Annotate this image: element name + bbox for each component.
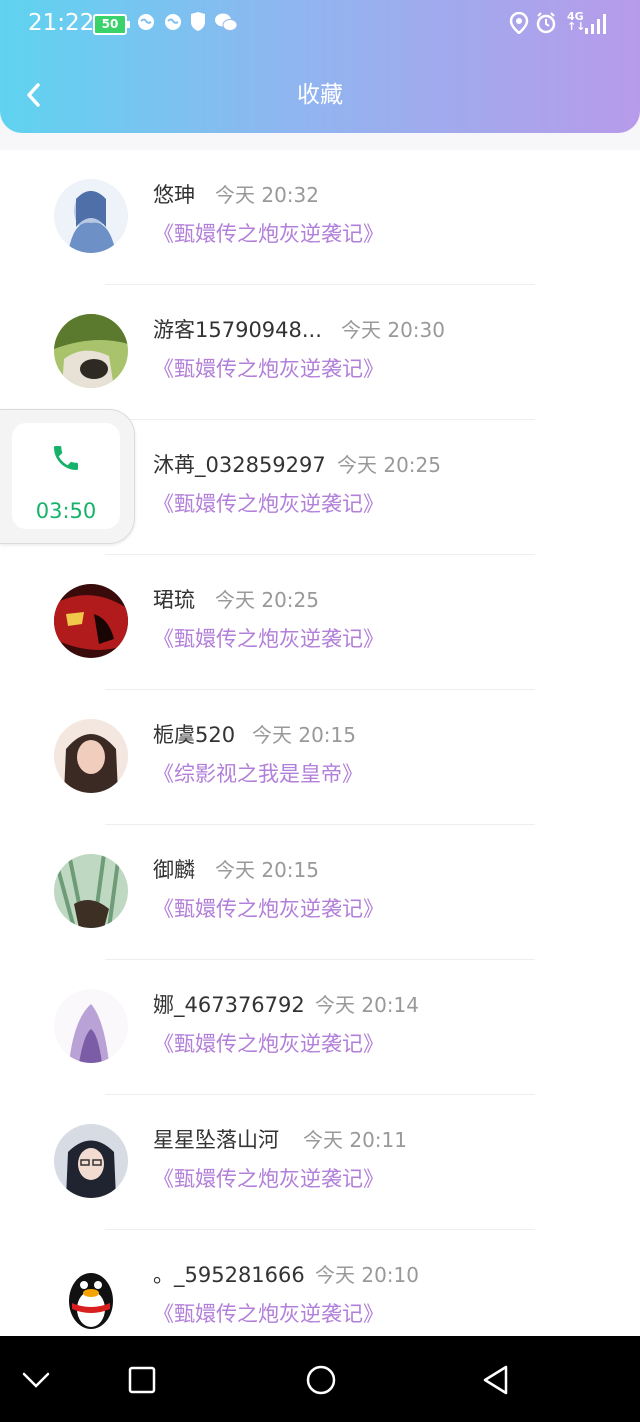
list-item[interactable]: 。_595281666 今天 20:10 《甄嬛传之炮灰逆袭记》 (0, 1230, 640, 1336)
network-arrows: ↑↓ (567, 20, 586, 33)
book-title[interactable]: 《甄嬛传之炮灰逆袭记》 (153, 1164, 384, 1194)
avatar[interactable] (54, 1259, 128, 1333)
user-name: 珺琉 (153, 588, 195, 612)
avatar[interactable] (54, 719, 128, 793)
wechat-icon (214, 12, 238, 38)
call-widget-card[interactable]: 03:50 (12, 423, 120, 529)
favorite-time: 今天 20:30 (341, 318, 445, 342)
favorite-time: 今天 20:25 (337, 453, 441, 477)
avatar[interactable] (54, 854, 128, 928)
book-title[interactable]: 《甄嬛传之炮灰逆袭记》 (153, 354, 384, 384)
avatar[interactable] (54, 1124, 128, 1198)
list-item[interactable]: 游客15790948... 今天 20:30 《甄嬛传之炮灰逆袭记》 (0, 285, 640, 420)
recents-square-icon[interactable] (126, 1364, 158, 1396)
list-item[interactable]: 御麟 今天 20:15 《甄嬛传之炮灰逆袭记》 (0, 825, 640, 960)
favorite-time: 今天 20:14 (315, 993, 419, 1017)
book-title[interactable]: 《甄嬛传之炮灰逆袭记》 (153, 894, 384, 924)
battery-icon: 50 (93, 14, 130, 35)
avatar[interactable] (54, 989, 128, 1063)
user-name: 御麟 (153, 858, 195, 882)
favorite-time: 今天 20:32 (215, 183, 319, 207)
user-name: 星星坠落山河 (153, 1128, 279, 1152)
user-name: 悠珅 (153, 183, 195, 207)
status-time: 21:22 (28, 10, 95, 36)
shield-icon (189, 12, 207, 38)
user-name: 沐苒_032859297 (153, 453, 326, 477)
user-name: 游客15790948... (153, 318, 322, 342)
list-item[interactable]: 娜_467376792 今天 20:14 《甄嬛传之炮灰逆袭记》 (0, 960, 640, 1095)
user-name: 。_595281666 (153, 1263, 305, 1287)
favorite-time: 今天 20:11 (303, 1128, 407, 1152)
network-type: 4G ↑↓ (567, 11, 586, 33)
book-title[interactable]: 《甄嬛传之炮灰逆袭记》 (153, 1299, 384, 1329)
user-name: 栀虞520 (153, 723, 236, 747)
header-bar: 21:22 50 4G ↑↓ 收藏 (0, 0, 640, 133)
favorite-time: 今天 20:15 (252, 723, 356, 747)
globe-icon (136, 12, 156, 38)
avatar[interactable] (54, 584, 128, 658)
list-item[interactable]: 星星坠落山河 今天 20:11 《甄嬛传之炮灰逆袭记》 (0, 1095, 640, 1230)
chevron-down-icon[interactable] (20, 1364, 52, 1396)
book-title[interactable]: 《甄嬛传之炮灰逆袭记》 (153, 624, 384, 654)
book-title[interactable]: 《综影视之我是皇帝》 (153, 759, 363, 789)
alarm-icon (535, 12, 557, 40)
home-circle-icon[interactable] (304, 1363, 338, 1397)
favorite-time: 今天 20:25 (215, 588, 319, 612)
favorites-list: 悠珅 今天 20:32 《甄嬛传之炮灰逆袭记》 游客15790948... 今天… (0, 150, 640, 1336)
book-title[interactable]: 《甄嬛传之炮灰逆袭记》 (153, 219, 384, 249)
globe-icon (163, 12, 183, 38)
favorite-time: 今天 20:15 (215, 858, 319, 882)
avatar[interactable] (54, 314, 128, 388)
status-bar: 21:22 50 4G ↑↓ (0, 0, 640, 50)
list-item[interactable]: 栀虞520 今天 20:15 《综影视之我是皇帝》 (0, 690, 640, 825)
back-triangle-icon[interactable] (480, 1363, 512, 1397)
avatar[interactable] (54, 179, 128, 253)
user-name: 娜_467376792 (153, 993, 305, 1017)
favorite-time: 今天 20:10 (315, 1263, 419, 1287)
call-duration: 03:50 (35, 499, 97, 523)
list-item[interactable]: 珺琉 今天 20:25 《甄嬛传之炮灰逆袭记》 (0, 555, 640, 690)
book-title[interactable]: 《甄嬛传之炮灰逆袭记》 (153, 489, 384, 519)
location-icon (508, 11, 530, 40)
signal-icon (585, 14, 607, 34)
phone-icon (54, 446, 78, 470)
floating-call-widget[interactable]: 03:50 (0, 409, 135, 544)
book-title[interactable]: 《甄嬛传之炮灰逆袭记》 (153, 1029, 384, 1059)
qq-penguin-icon (54, 1259, 128, 1333)
page-title: 收藏 (297, 82, 343, 108)
list-item[interactable]: 悠珅 今天 20:32 《甄嬛传之炮灰逆袭记》 (0, 150, 640, 285)
system-nav-bar (0, 1336, 640, 1422)
